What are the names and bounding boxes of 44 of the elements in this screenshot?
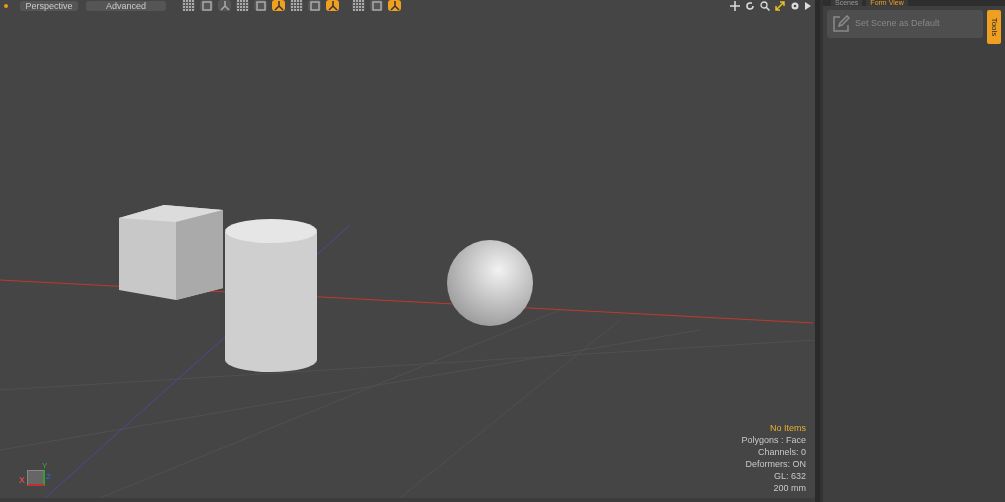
toolbar-button[interactable]	[352, 0, 365, 11]
toolbar-glyph-icon	[272, 0, 285, 12]
shading-dropdown[interactable]: Advanced	[86, 0, 166, 11]
toolbar-button[interactable]	[326, 0, 339, 11]
toolbar-glyph-icon	[290, 0, 303, 12]
toolbar-button[interactable]	[272, 0, 285, 11]
status-text: Channels: 0	[757, 446, 806, 458]
status-text: 200 mm	[773, 482, 806, 494]
toolbar-button[interactable]	[388, 0, 401, 11]
toolbar-glyph-icon	[236, 0, 249, 12]
play-arrow-icon[interactable]	[805, 1, 811, 10]
toolbar-button[interactable]	[200, 0, 213, 11]
toolbar-glyph-icon	[370, 0, 383, 12]
settings-icon[interactable]	[790, 0, 800, 11]
toolbar-button[interactable]	[290, 0, 303, 11]
status-text: GL: 632	[773, 470, 806, 482]
move-icon[interactable]	[730, 0, 740, 11]
toolbar-button[interactable]	[370, 0, 383, 11]
status-text: No Items	[770, 422, 806, 434]
toolbar-button[interactable]	[254, 0, 267, 11]
toolbar-glyph-icon	[218, 0, 231, 12]
toolbar-glyph-icon	[200, 0, 213, 12]
axis-gizmo-icon	[27, 470, 45, 486]
side-tab[interactable]: Tools	[987, 10, 1001, 44]
toolbar-button[interactable]	[236, 0, 249, 11]
toolbar-glyph-icon	[388, 0, 401, 12]
edit-icon	[831, 14, 851, 34]
toolbar-glyph-icon	[254, 0, 267, 12]
toolbar-glyph-icon	[326, 0, 339, 12]
search-icon[interactable]	[760, 0, 770, 11]
status-text: Deformers: ON	[745, 458, 806, 470]
rotate-icon[interactable]	[745, 0, 755, 11]
toolbar-glyph-icon	[352, 0, 365, 12]
toolbar-glyph-icon	[182, 0, 195, 12]
status-text: Polygons : Face	[741, 434, 806, 446]
axis-label: Y	[42, 462, 48, 470]
scale-arrow-icon[interactable]	[775, 0, 785, 11]
toolbar-glyph-icon	[308, 0, 321, 12]
toolbar-button[interactable]	[218, 0, 231, 11]
axis-label: X	[19, 476, 25, 485]
view-dropdown[interactable]: Perspective	[20, 0, 78, 11]
toolbar-button[interactable]	[182, 0, 195, 11]
toolbar-button[interactable]	[308, 0, 321, 11]
axis-label: Z	[46, 473, 51, 481]
